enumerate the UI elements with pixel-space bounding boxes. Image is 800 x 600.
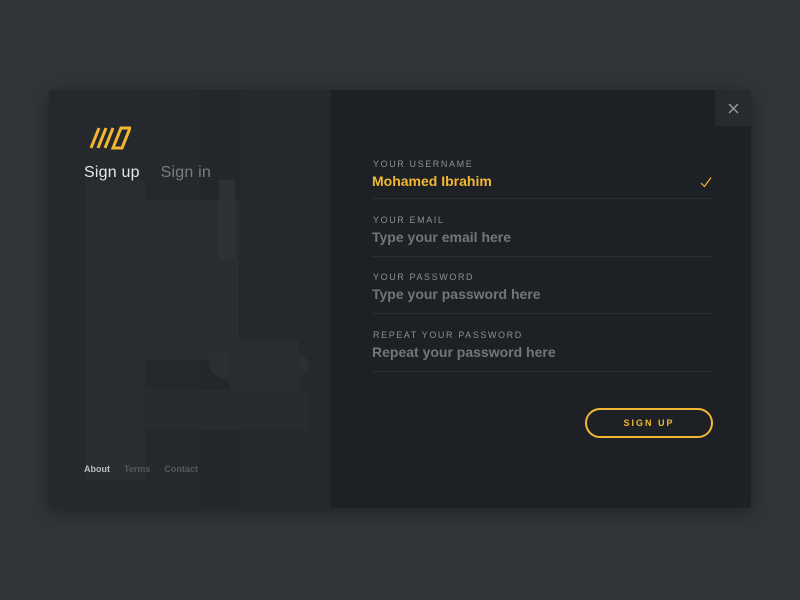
auth-tabs: Sign up Sign in	[84, 164, 211, 182]
footer-link-terms[interactable]: Terms	[124, 464, 150, 474]
username-field[interactable]: YOUR USERNAME Mohamed Ibrahim	[372, 159, 712, 199]
right-panel: YOUR USERNAME Mohamed Ibrahim YOUR EMAIL…	[331, 90, 751, 508]
password-label: YOUR PASSWORD	[373, 272, 475, 282]
background-photo	[49, 90, 331, 508]
email-field[interactable]: YOUR EMAIL	[372, 215, 712, 257]
repeat-password-label: REPEAT YOUR PASSWORD	[373, 330, 523, 340]
tab-sign-up[interactable]: Sign up	[84, 164, 140, 182]
footer-link-about[interactable]: About	[84, 464, 110, 474]
password-input[interactable]	[372, 286, 672, 302]
email-label: YOUR EMAIL	[373, 215, 445, 225]
username-label: YOUR USERNAME	[373, 159, 474, 169]
footer-link-contact[interactable]: Contact	[164, 464, 198, 474]
tab-sign-in[interactable]: Sign in	[161, 164, 211, 182]
signup-modal: Sign up Sign in About Terms Contact YOUR…	[49, 90, 751, 508]
footer-links: About Terms Contact	[84, 464, 198, 474]
close-button[interactable]	[715, 90, 751, 126]
repeat-password-input[interactable]	[372, 344, 672, 360]
email-input[interactable]	[372, 229, 672, 245]
password-field[interactable]: YOUR PASSWORD	[372, 272, 712, 314]
sign-up-button[interactable]: SIGN UP	[585, 408, 713, 438]
repeat-password-field[interactable]: REPEAT YOUR PASSWORD	[372, 330, 712, 372]
logo-stripes-icon	[89, 126, 131, 150]
close-icon	[728, 103, 738, 113]
username-value: Mohamed Ibrahim	[372, 173, 492, 189]
left-panel: Sign up Sign in About Terms Contact	[49, 90, 331, 508]
check-icon	[700, 177, 712, 188]
